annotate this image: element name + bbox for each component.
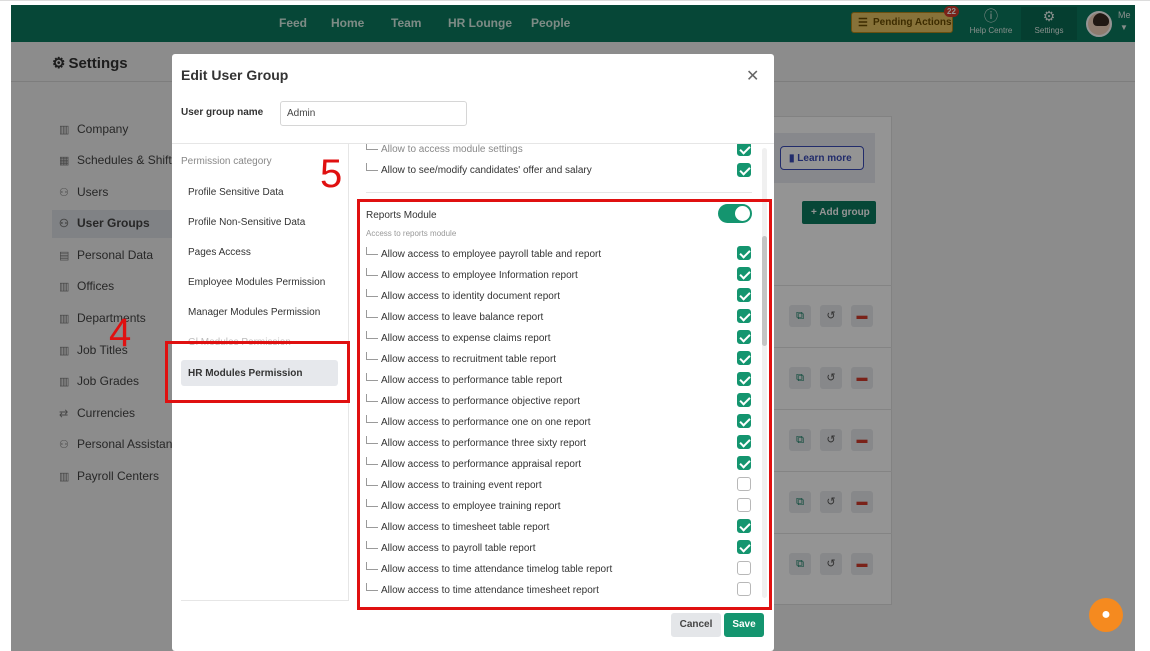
window-edge xyxy=(0,0,1150,1)
category-profile-sensitive[interactable]: Profile Sensitive Data xyxy=(188,187,284,198)
group-name-label: User group name xyxy=(181,107,264,118)
permission-label: Allow to access module settings xyxy=(381,144,523,155)
person-icon: ● xyxy=(1101,606,1111,623)
annotation-box-step-5 xyxy=(357,199,772,610)
tree-connector xyxy=(366,144,378,150)
permission-row: Allow to see/modify candidates' offer an… xyxy=(366,163,592,176)
category-heading: Permission category xyxy=(181,156,272,167)
permission-label: Allow to see/modify candidates' offer an… xyxy=(381,165,592,176)
permission-checkbox[interactable] xyxy=(737,144,751,156)
save-button[interactable]: Save xyxy=(724,613,764,637)
close-icon[interactable]: ✕ xyxy=(746,66,759,86)
annotation-number-4: 4 xyxy=(109,311,132,355)
cancel-button[interactable]: Cancel xyxy=(671,613,721,637)
category-manager-modules[interactable]: Manager Modules Permission xyxy=(188,307,320,318)
tree-connector xyxy=(366,163,378,171)
category-pages-access[interactable]: Pages Access xyxy=(188,247,251,258)
category-bottom-divider xyxy=(181,600,349,601)
annotation-box-step-4 xyxy=(165,341,350,403)
annotation-number-5: 5 xyxy=(320,152,343,196)
category-employee-modules[interactable]: Employee Modules Permission xyxy=(188,277,325,288)
section-divider xyxy=(366,192,752,193)
group-name-input[interactable] xyxy=(280,101,467,126)
permission-checkbox[interactable] xyxy=(737,163,751,177)
modal-title: Edit User Group xyxy=(181,67,289,83)
assistant-fab-button[interactable]: ● xyxy=(1089,598,1123,632)
permission-row: Allow to access module settings xyxy=(366,144,523,155)
category-profile-non-sensitive[interactable]: Profile Non-Sensitive Data xyxy=(188,217,305,228)
